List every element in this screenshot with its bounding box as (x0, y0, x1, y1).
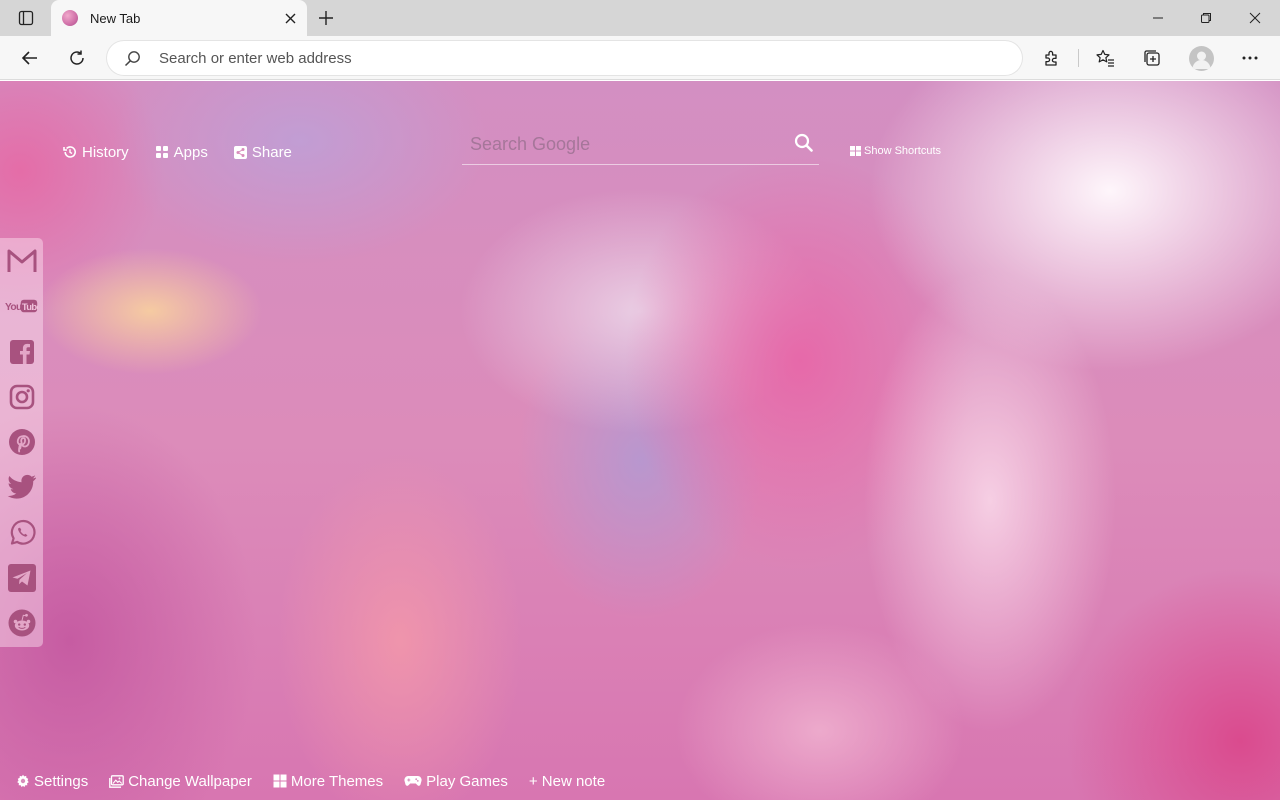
tab-favicon-icon (62, 10, 78, 26)
svg-text:Tube: Tube (22, 300, 38, 311)
more-themes-button[interactable]: More Themes (273, 773, 383, 790)
image-icon (109, 774, 125, 788)
new-tab-plus-icon[interactable] (314, 6, 338, 30)
google-search-submit-icon[interactable] (794, 133, 813, 157)
settings-label: Settings (34, 772, 89, 790)
search-icon (124, 50, 141, 72)
top-links: History Apps Share (63, 142, 318, 162)
close-tab-icon[interactable] (281, 9, 299, 27)
address-input[interactable] (159, 41, 999, 75)
more-menu-icon[interactable] (1236, 44, 1264, 72)
back-arrow-icon[interactable] (16, 44, 44, 72)
youtube-wordmark: You (5, 301, 22, 312)
tab-new-tab[interactable]: New Tab (51, 0, 307, 36)
restore-window-icon[interactable] (1182, 0, 1230, 36)
gamepad-icon (404, 775, 422, 787)
play-games-label: Play Games (426, 772, 508, 790)
new-tab-page: History Apps Share Show Shortcuts (0, 81, 1280, 800)
social-links-rail: You Tube (0, 238, 43, 647)
wallpaper-background (0, 81, 1280, 800)
whatsapp-icon[interactable] (5, 516, 38, 549)
close-window-icon[interactable] (1231, 0, 1279, 36)
refresh-icon[interactable] (63, 44, 91, 72)
telegram-icon[interactable] (5, 561, 38, 594)
google-search-input[interactable] (470, 127, 780, 161)
history-link[interactable]: History (63, 144, 129, 161)
pinterest-icon[interactable] (5, 425, 38, 458)
grid-icon (273, 774, 287, 788)
new-note-button[interactable]: + New note (529, 773, 605, 790)
favorites-star-icon[interactable] (1091, 44, 1119, 72)
history-icon (63, 145, 77, 159)
gmail-icon[interactable] (5, 244, 38, 277)
play-games-button[interactable]: Play Games (404, 773, 508, 790)
address-bar[interactable] (107, 41, 1022, 75)
apps-grid-icon (155, 145, 169, 159)
google-search-box (462, 127, 819, 165)
instagram-icon[interactable] (5, 380, 38, 413)
show-shortcuts-button[interactable]: Show Shortcuts (850, 145, 941, 157)
change-wallpaper-label: Change Wallpaper (128, 772, 252, 790)
apps-label: Apps (173, 143, 208, 161)
profile-avatar-icon[interactable] (1189, 46, 1214, 71)
share-link[interactable]: Share (233, 143, 292, 161)
youtube-icon[interactable]: You Tube (5, 289, 38, 322)
reddit-icon[interactable] (5, 606, 38, 639)
show-shortcuts-label: Show Shortcuts (864, 145, 942, 157)
settings-button[interactable]: Settings (16, 773, 88, 790)
tab-strip: New Tab (0, 0, 1280, 36)
share-label: Share (251, 143, 292, 161)
minimize-window-icon[interactable] (1134, 0, 1182, 36)
change-wallpaper-button[interactable]: Change Wallpaper (109, 773, 252, 790)
tab-title: New Tab (90, 11, 141, 26)
tab-actions-menu-icon[interactable] (10, 6, 42, 30)
share-icon (233, 145, 247, 159)
shortcuts-grid-icon (850, 146, 861, 156)
collections-icon[interactable] (1138, 44, 1166, 72)
extensions-puzzle-icon[interactable] (1038, 44, 1066, 72)
twitter-icon[interactable] (5, 470, 38, 503)
more-themes-label: More Themes (290, 772, 384, 790)
history-label: History (82, 143, 129, 161)
gear-icon (16, 774, 30, 788)
browser-toolbar (0, 36, 1280, 80)
apps-link[interactable]: Apps (155, 144, 208, 161)
toolbar-divider (1078, 49, 1079, 67)
bottom-action-bar: Settings Change Wallpaper More Themes Pl… (16, 771, 626, 791)
new-note-label: + New note (528, 772, 606, 790)
facebook-icon[interactable] (5, 335, 38, 368)
